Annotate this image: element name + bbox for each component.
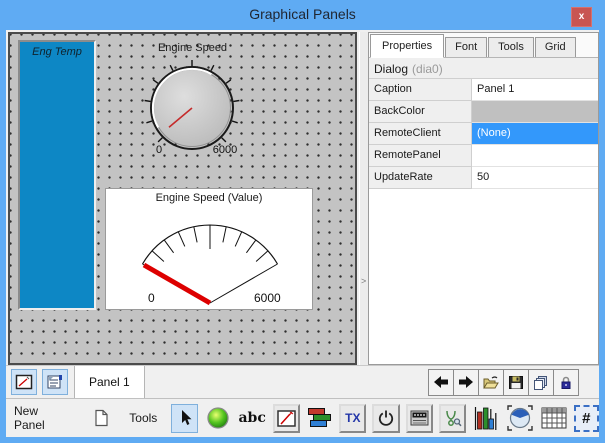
panel-splitter[interactable]: > xyxy=(359,32,368,365)
eng-temp-widget[interactable]: Eng Temp xyxy=(18,40,96,310)
stacked-bars-icon xyxy=(307,407,332,429)
round-gauge-title: Engine Speed xyxy=(120,42,265,54)
property-row-updaterate: UpdateRate 50 xyxy=(369,167,598,189)
led-icon xyxy=(206,406,230,430)
timer-tool-button[interactable] xyxy=(506,404,534,433)
bar-chart-tool-button[interactable] xyxy=(472,404,499,433)
keypad-icon xyxy=(410,410,429,426)
property-value-remoteclient[interactable]: (None) xyxy=(472,123,598,145)
property-row-caption: Caption Panel 1 xyxy=(369,79,598,101)
property-name: RemoteClient xyxy=(369,123,472,145)
forward-button[interactable] xyxy=(453,369,479,396)
copy-button[interactable] xyxy=(528,369,554,396)
properties-sheet-button[interactable] xyxy=(42,369,68,395)
power-icon xyxy=(377,409,395,427)
property-name: BackColor xyxy=(369,101,472,123)
round-gauge-min: 0 xyxy=(156,144,162,156)
value-gauge-dial xyxy=(106,206,314,306)
value-gauge-widget[interactable]: Engine Speed (Value) 0 xyxy=(105,188,313,310)
tab-font[interactable]: Font xyxy=(445,37,487,57)
property-value-remotepanel[interactable] xyxy=(472,145,598,167)
open-folder-icon xyxy=(482,375,500,390)
property-row-remoteclient: RemoteClient (None) xyxy=(369,123,598,145)
graphical-panels-window: { "window": { "title": "Graphical Panels… xyxy=(0,0,605,443)
tools-toolbar: New Panel Tools xyxy=(6,398,599,437)
lock-button[interactable] xyxy=(553,369,579,396)
new-document-icon xyxy=(94,409,109,427)
property-value-updaterate[interactable]: 50 xyxy=(472,167,598,189)
mini-gauge-icon xyxy=(15,374,33,390)
selected-object-header: Dialog (dia0) xyxy=(369,57,598,79)
forward-icon xyxy=(458,375,474,389)
diagnostics-tool-button[interactable] xyxy=(439,404,466,433)
open-button[interactable] xyxy=(478,369,504,396)
gauge-view-button[interactable] xyxy=(11,369,37,395)
property-name: UpdateRate xyxy=(369,167,472,189)
stacked-bars-tool-button[interactable] xyxy=(306,404,333,433)
object-id: (dia0) xyxy=(412,62,443,76)
property-name: RemotePanel xyxy=(369,145,472,167)
value-gauge-ticks xyxy=(152,225,268,262)
splitter-collapse-icon[interactable]: > xyxy=(361,276,366,286)
copy-icon xyxy=(533,375,549,390)
keypad-tool-button[interactable] xyxy=(406,404,433,433)
tab-tools[interactable]: Tools xyxy=(488,37,534,57)
round-gauge-max: 6000 xyxy=(213,144,237,156)
property-name: Caption xyxy=(369,79,472,101)
panel-tab-bar: Panel 1 xyxy=(6,365,599,398)
tx-tool-button[interactable]: TX xyxy=(339,404,366,433)
meter-tool-button[interactable] xyxy=(273,404,300,433)
save-icon xyxy=(508,375,524,390)
clock-icon xyxy=(507,405,533,431)
close-icon: x xyxy=(579,11,585,22)
window-content: Eng Temp Engine Speed xyxy=(6,30,599,437)
property-row-backcolor: BackColor xyxy=(369,101,598,123)
led-tool-button[interactable] xyxy=(204,404,231,433)
close-button[interactable]: x xyxy=(571,7,592,27)
file-nav-group xyxy=(429,369,579,396)
properties-tab-strip: Properties Font Tools Grid xyxy=(369,33,598,57)
save-button[interactable] xyxy=(503,369,529,396)
property-row-remotepanel: RemotePanel xyxy=(369,145,598,167)
grid-snap-toggle[interactable]: # xyxy=(574,405,599,432)
tools-label: Tools xyxy=(129,411,157,425)
text-tool-button[interactable]: abc xyxy=(238,404,267,433)
abc-icon: abc xyxy=(238,410,265,426)
object-type: Dialog xyxy=(374,62,408,76)
round-gauge-widget[interactable]: 0 6000 xyxy=(142,58,242,158)
tab-panel-1[interactable]: Panel 1 xyxy=(74,366,145,399)
meter-icon xyxy=(277,410,296,427)
eng-temp-label: Eng Temp xyxy=(20,46,94,58)
properties-sheet-icon xyxy=(46,374,64,390)
select-tool-button[interactable] xyxy=(171,404,198,433)
value-gauge-min: 0 xyxy=(148,291,155,305)
new-document-button[interactable] xyxy=(88,404,115,433)
window-title: Graphical Panels xyxy=(0,6,605,22)
design-canvas[interactable]: Eng Temp Engine Speed xyxy=(8,32,357,365)
tab-properties[interactable]: Properties xyxy=(370,34,444,58)
tx-icon: TX xyxy=(345,411,360,425)
properties-panel: Properties Font Tools Grid Dialog(dia0) … xyxy=(368,32,599,365)
property-value-caption[interactable]: Panel 1 xyxy=(472,79,598,101)
diagnostics-icon xyxy=(443,410,462,427)
back-button[interactable] xyxy=(428,369,454,396)
table-icon xyxy=(541,407,567,429)
cursor-icon xyxy=(177,409,193,427)
back-icon xyxy=(433,375,449,389)
tab-grid[interactable]: Grid xyxy=(535,37,576,57)
property-value-backcolor[interactable] xyxy=(472,101,598,123)
power-tool-button[interactable] xyxy=(372,404,399,433)
title-bar[interactable]: Graphical Panels x xyxy=(0,0,605,30)
table-tool-button[interactable] xyxy=(540,404,568,433)
new-panel-label[interactable]: New Panel xyxy=(14,404,68,432)
grid-snap-icon: # xyxy=(582,410,590,427)
bar-chart-icon xyxy=(474,405,497,431)
lock-icon xyxy=(559,375,573,390)
value-gauge-title: Engine Speed (Value) xyxy=(106,192,312,204)
value-gauge-max: 6000 xyxy=(254,291,281,305)
